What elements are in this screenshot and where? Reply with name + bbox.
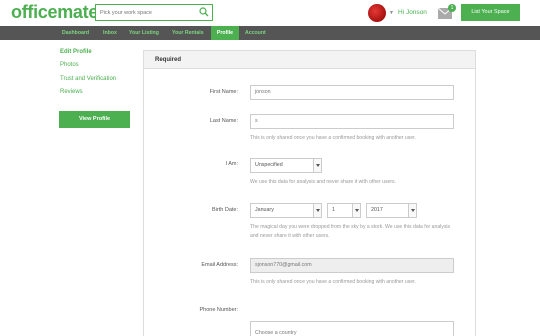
sidebar-item-trust-verification[interactable]: Trust and Verification <box>60 76 116 82</box>
search-box[interactable] <box>95 4 213 21</box>
birth-month-select[interactable]: January <box>250 203 322 218</box>
sidebar-item-photos[interactable]: Photos <box>60 62 79 68</box>
nav-item-your-rentals[interactable]: Your Rentals <box>172 26 204 40</box>
gender-select-value: Unspecified <box>255 162 283 168</box>
birth-month-value: January <box>255 207 274 213</box>
last-name-label: Last Name: <box>209 118 238 124</box>
search-icon[interactable] <box>199 7 209 17</box>
main-nav: Dashboard Inbox Your Listing Your Rental… <box>0 26 540 40</box>
officemate-logo[interactable]: officemate <box>11 2 98 23</box>
avatar[interactable] <box>368 4 386 22</box>
chevron-down-icon <box>313 159 321 172</box>
search-input[interactable] <box>96 5 196 20</box>
chevron-down-icon <box>313 204 321 217</box>
birth-year-value: 2017 <box>371 207 383 213</box>
nav-item-your-listing[interactable]: Your Listing <box>129 26 159 40</box>
nav-item-inbox[interactable]: Inbox <box>103 26 117 40</box>
mail-count-badge: 1 <box>448 4 456 12</box>
first-name-field[interactable]: jonson <box>250 85 454 100</box>
iam-label: I Am: <box>225 161 238 167</box>
nav-item-dashboard[interactable]: Dashboard <box>62 26 89 40</box>
nav-item-profile[interactable]: Profile <box>211 26 239 40</box>
chevron-down-icon[interactable]: ▼ <box>389 10 394 16</box>
last-name-field[interactable]: s <box>250 114 454 129</box>
user-greeting[interactable]: Hi Jonson <box>398 9 427 16</box>
birth-year-select[interactable]: 2017 <box>366 203 417 218</box>
chevron-down-icon <box>352 204 360 217</box>
birth-day-select[interactable]: 1 <box>327 203 361 218</box>
email-label: Email Address: <box>201 262 238 268</box>
first-name-label: First Name: <box>209 89 238 95</box>
edit-profile-panel: Required First Name: jonson Last Name: s… <box>143 50 476 336</box>
nav-item-account[interactable]: Account <box>245 26 266 40</box>
chevron-down-icon <box>408 204 416 217</box>
gender-select[interactable]: Unspecified <box>250 158 322 173</box>
list-your-space-button[interactable]: List Your Space <box>461 4 520 21</box>
email-field[interactable]: sjonson770@gmail.com <box>250 258 454 273</box>
panel-title: Required <box>155 57 182 63</box>
email-help: This is only shared once you have a conf… <box>250 279 416 285</box>
top-header: officemate ▼ Hi Jonson 1 List Your Space <box>0 0 540 26</box>
iam-help: We use this data for analysis and never … <box>250 179 396 185</box>
country-select-placeholder: Choose a country <box>255 330 297 336</box>
birth-day-value: 1 <box>332 207 335 213</box>
sidebar-item-reviews[interactable]: Reviews <box>60 89 83 95</box>
country-select[interactable]: Choose a country <box>250 321 454 336</box>
phone-label: Phone Number: <box>199 307 238 313</box>
birth-date-help-line-2: and never share it with other users. <box>250 233 330 239</box>
sidebar-item-edit-profile[interactable]: Edit Profile <box>60 49 92 55</box>
view-profile-button[interactable]: View Profile <box>59 111 130 128</box>
last-name-help: This is only shared once you have a conf… <box>250 135 416 141</box>
panel-header: Required <box>144 51 475 69</box>
birth-date-help-line-1: The magical day you were dropped from th… <box>250 224 451 230</box>
birth-date-label: Birth Date: <box>212 207 238 213</box>
